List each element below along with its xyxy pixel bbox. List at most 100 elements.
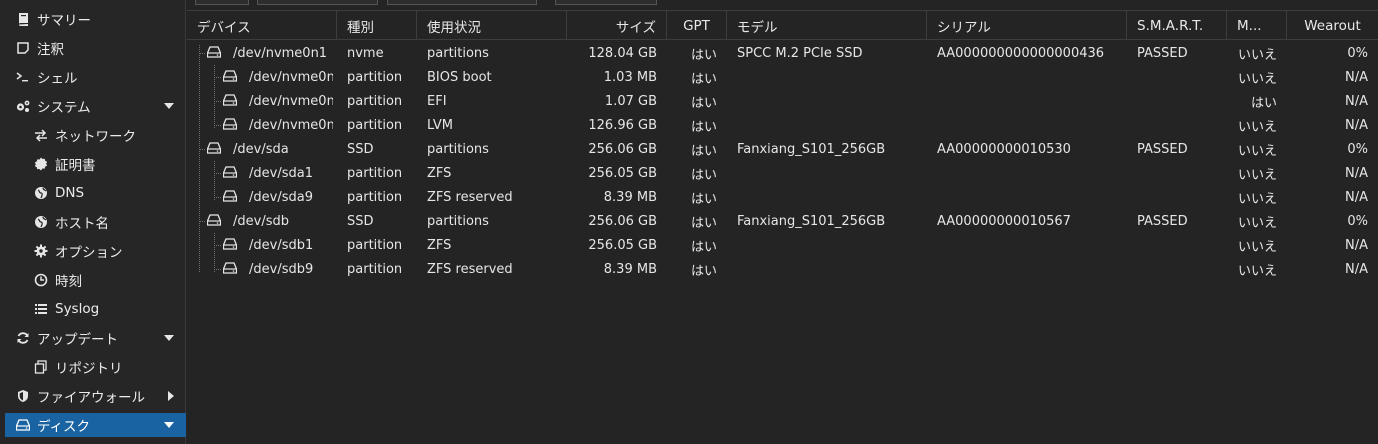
model-cell: SPCC M.2 PCIe SSD xyxy=(737,45,863,61)
wearout-cell: N/A xyxy=(1345,93,1368,109)
sidebar-item-summary[interactable]: サマリー xyxy=(5,7,186,31)
sidebar-item-updates[interactable]: アップデート xyxy=(5,326,186,350)
table-row[interactable]: /dev/nvme0n1p3 partition LVM 126.96 GB はい いいえ… xyxy=(187,113,1378,137)
hdd-icon xyxy=(222,118,238,134)
table-row[interactable]: /dev/sdb1 partition ZFS 256.05 GB はい いいえ N/A xyxy=(187,233,1378,257)
model-cell xyxy=(727,65,927,89)
column-header-type[interactable]: 種別 xyxy=(337,11,417,40)
sidebar-item-syslog[interactable]: Syslog xyxy=(5,297,186,321)
table-row[interactable]: /dev/sdb SSD partitions 256.06 GB はい Fanxiang… xyxy=(187,209,1378,233)
smart-cell xyxy=(1127,257,1227,281)
caret-down-icon[interactable] xyxy=(164,413,174,437)
smart-cell xyxy=(1127,65,1227,89)
sidebar-item-network[interactable]: ネットワーク xyxy=(5,123,186,147)
hdd-icon xyxy=(222,262,238,278)
toolbar-button-stub[interactable] xyxy=(555,0,657,5)
wearout-cell: N/A xyxy=(1345,189,1368,205)
usage-cell: ZFS xyxy=(427,237,452,253)
usage-cell: BIOS boot xyxy=(427,69,492,85)
sidebar-item-label: Syslog xyxy=(55,301,100,317)
wearout-cell: 0% xyxy=(1347,213,1368,229)
caret-down-icon[interactable] xyxy=(164,326,174,350)
main-panel: デバイス 種別 使用状況 サイズ GPT モデル シリアル S.M.A.R.T.… xyxy=(187,0,1378,444)
table-row[interactable]: /dev/sda9 partition ZFS reserved 8.39 MB はい い… xyxy=(187,185,1378,209)
gear-icon xyxy=(33,243,49,259)
terminal-icon xyxy=(15,69,31,85)
serial-cell xyxy=(927,89,1127,113)
sidebar-item-disks[interactable]: ディスク xyxy=(5,413,186,437)
device-cell: /dev/sdb xyxy=(233,213,289,229)
refresh-icon xyxy=(15,330,31,346)
type-cell: SSD xyxy=(347,141,374,157)
wearout-cell: N/A xyxy=(1345,237,1368,253)
sidebar: サマリー 注釈 シェル システム ネットワーク 証明書 DNS ホスト名 オプシ… xyxy=(0,0,186,444)
size-cell: 256.05 GB xyxy=(588,237,657,253)
model-cell: Fanxiang_S101_256GB xyxy=(737,213,886,229)
table-row[interactable]: /dev/sda SSD partitions 256.06 GB はい Fanxiang… xyxy=(187,137,1378,161)
column-header-gpt[interactable]: GPT xyxy=(667,11,727,40)
toolbar-button-stub[interactable] xyxy=(195,0,249,5)
sidebar-item-label: システム xyxy=(37,100,91,116)
usage-cell: LVM xyxy=(427,117,453,133)
wearout-cell: N/A xyxy=(1345,117,1368,133)
column-header-smart[interactable]: S.M.A.R.T. xyxy=(1127,11,1227,40)
column-header-mounted[interactable]: M... xyxy=(1227,11,1287,40)
table-row[interactable]: /dev/nvme0n1p1 partition BIOS boot 1.03 MB は… xyxy=(187,65,1378,89)
tree-line xyxy=(214,101,221,102)
column-header-device[interactable]: デバイス xyxy=(187,11,337,40)
serial-cell: AA00000000010530 xyxy=(937,141,1071,157)
mounted-cell: いいえ xyxy=(1237,215,1277,231)
smart-cell xyxy=(1127,89,1227,113)
sidebar-item-time[interactable]: 時刻 xyxy=(5,268,186,292)
sidebar-item-firewall[interactable]: ファイアウォール xyxy=(5,384,186,408)
grid-header: デバイス 種別 使用状況 サイズ GPT モデル シリアル S.M.A.R.T.… xyxy=(187,10,1378,40)
table-row[interactable]: /dev/sda1 partition ZFS 256.05 GB はい いいえ N/A xyxy=(187,161,1378,185)
caret-down-icon[interactable] xyxy=(164,94,174,118)
sidebar-item-repositories[interactable]: リポジトリ xyxy=(5,355,186,379)
table-row[interactable]: /dev/sdb9 partition ZFS reserved 8.39 MB はい い… xyxy=(187,257,1378,281)
hdd-icon xyxy=(222,190,238,206)
smart-cell xyxy=(1127,233,1227,257)
device-cell: /dev/sdb1 xyxy=(249,237,314,253)
type-cell: partition xyxy=(347,117,403,133)
usage-cell: ZFS reserved xyxy=(427,261,513,277)
gpt-cell: はい xyxy=(690,263,717,279)
caret-right-icon[interactable] xyxy=(168,384,174,408)
mounted-cell: いいえ xyxy=(1237,47,1277,63)
gpt-cell: はい xyxy=(690,71,717,87)
toolbar-button-stub[interactable] xyxy=(257,0,378,5)
usage-cell: EFI xyxy=(427,93,447,109)
sidebar-item-shell[interactable]: シェル xyxy=(5,65,186,89)
certificate-icon xyxy=(33,156,49,172)
column-header-size[interactable]: サイズ xyxy=(567,11,667,40)
sidebar-item-system[interactable]: システム xyxy=(5,94,186,118)
smart-cell xyxy=(1127,113,1227,137)
size-cell: 256.06 GB xyxy=(588,141,657,157)
sidebar-item-dns[interactable]: DNS xyxy=(5,181,186,205)
size-cell: 1.07 GB xyxy=(604,93,657,109)
sidebar-item-options[interactable]: オプション xyxy=(5,239,186,263)
sidebar-item-certificates[interactable]: 証明書 xyxy=(5,152,186,176)
type-cell: partition xyxy=(347,261,403,277)
column-header-model[interactable]: モデル xyxy=(727,11,927,40)
column-header-usage[interactable]: 使用状況 xyxy=(417,11,567,40)
device-cell: /dev/nvme0n1p3 xyxy=(249,117,333,133)
model-cell xyxy=(727,89,927,113)
toolbar-button-stub[interactable] xyxy=(387,0,537,5)
model-cell xyxy=(727,113,927,137)
tree-line xyxy=(214,269,221,270)
table-row[interactable]: /dev/nvme0n1 nvme partitions 128.04 GB はい SPC… xyxy=(187,41,1378,65)
tree-line xyxy=(199,221,205,222)
sidebar-item-notes[interactable]: 注釈 xyxy=(5,36,186,60)
wearout-cell: N/A xyxy=(1345,261,1368,277)
serial-cell xyxy=(927,185,1127,209)
sidebar-item-label: ファイアウォール xyxy=(37,390,145,406)
table-row[interactable]: /dev/nvme0n1p2 partition EFI 1.07 GB はい はい N/A xyxy=(187,89,1378,113)
sidebar-item-hostname[interactable]: ホスト名 xyxy=(5,210,186,234)
model-cell xyxy=(727,161,927,185)
serial-cell: AA000000000000000436 xyxy=(937,45,1105,61)
column-header-wearout[interactable]: Wearout xyxy=(1287,11,1378,40)
column-header-serial[interactable]: シリアル xyxy=(927,11,1127,40)
smart-cell: PASSED xyxy=(1137,213,1188,229)
globe-icon xyxy=(33,214,49,230)
